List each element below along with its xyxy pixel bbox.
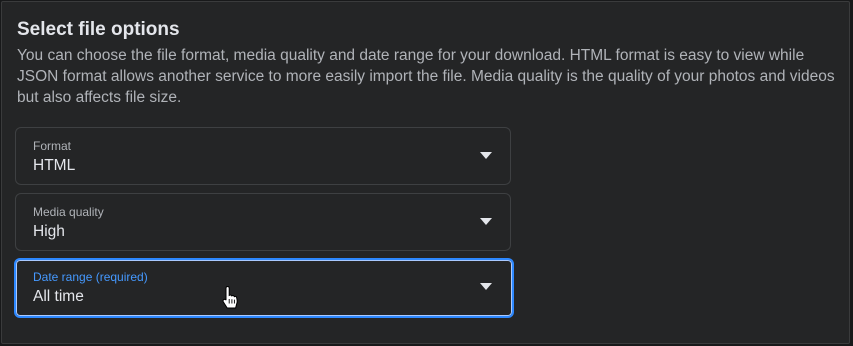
media-quality-select[interactable]: Media quality High bbox=[15, 193, 511, 251]
format-select-value: HTML bbox=[33, 157, 76, 174]
section-description: You can choose the file format, media qu… bbox=[17, 47, 835, 106]
date-range-select[interactable]: Date range (required) All time bbox=[14, 258, 514, 318]
caret-down-icon bbox=[480, 283, 492, 290]
hand-pointer-icon bbox=[222, 286, 238, 309]
date-range-select-label: Date range (required) bbox=[33, 270, 148, 284]
caret-down-icon bbox=[480, 218, 492, 225]
caret-down-icon bbox=[480, 152, 492, 159]
media-quality-select-value: High bbox=[33, 223, 65, 240]
media-quality-select-label: Media quality bbox=[33, 205, 104, 219]
date-range-select-value: All time bbox=[33, 288, 84, 305]
section-title: Select file options bbox=[17, 19, 180, 40]
format-select-label: Format bbox=[33, 139, 72, 153]
format-select[interactable]: Format HTML bbox=[15, 127, 511, 185]
